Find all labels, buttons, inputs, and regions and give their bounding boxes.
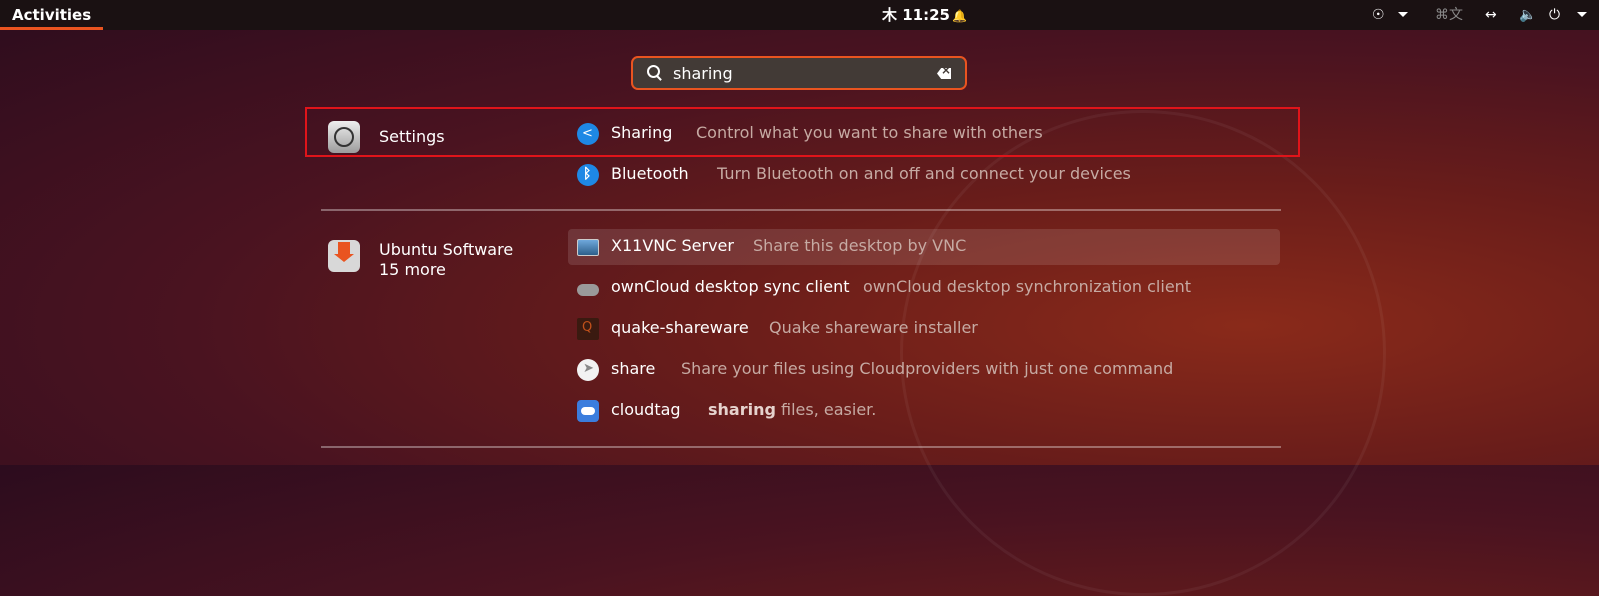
result-description: Share this desktop by VNC (753, 236, 967, 255)
result-description: sharing files, easier. (708, 400, 876, 419)
activities-button[interactable]: Activities (0, 0, 104, 30)
separator (321, 446, 1281, 448)
power-icon[interactable]: ⏻ (1549, 0, 1560, 30)
result-description: Turn Bluetooth on and off and connect yo… (717, 164, 1131, 183)
system-menu-chevron-down-icon[interactable] (1577, 12, 1587, 17)
accessibility-menu-chevron-down-icon[interactable] (1398, 12, 1408, 17)
description-rest: files, easier. (775, 400, 877, 419)
result-title: X11VNC Server (611, 236, 734, 255)
result-owncloud[interactable]: ownCloud desktop sync client ownCloud de… (568, 270, 1280, 306)
bluetooth-icon: ᛒ (577, 164, 599, 186)
top-bar: Activities 木 11:25 🔔 ☉ ⌘文 ↔ 🔈 ⏻ (0, 0, 1599, 30)
provider-more-count[interactable]: 15 more (379, 260, 446, 279)
match-highlight: sharing (708, 400, 776, 419)
result-title: ownCloud desktop sync client (611, 277, 850, 296)
volume-icon[interactable]: 🔈 (1519, 0, 1536, 30)
clock[interactable]: 木 11:25 🔔 (882, 0, 967, 30)
result-title: share (611, 359, 656, 378)
result-cloudtag[interactable]: cloudtag sharing files, easier. (568, 393, 1280, 429)
ubuntu-software-app-icon[interactable] (328, 240, 360, 272)
result-title: cloudtag (611, 400, 681, 419)
result-description: Quake shareware installer (769, 318, 978, 337)
clock-text: 木 11:25 (882, 6, 950, 24)
result-title: quake-shareware (611, 318, 749, 337)
bell-icon: 🔔 (951, 9, 967, 23)
result-description: ownCloud desktop synchronization client (863, 277, 1192, 296)
network-icon[interactable]: ↔ (1485, 0, 1497, 30)
search-input[interactable]: sharing (631, 56, 967, 90)
cloud-icon (577, 284, 599, 296)
search-value[interactable]: sharing (673, 64, 733, 83)
result-description: Share your files using Cloudproviders wi… (681, 359, 1174, 378)
result-x11vnc[interactable]: X11VNC Server Share this desktop by VNC (568, 229, 1280, 265)
monitor-icon (577, 239, 599, 256)
search-icon (647, 65, 660, 78)
input-method-icon[interactable]: ⌘文 (1435, 0, 1463, 30)
provider-ubuntu-software-name[interactable]: Ubuntu Software (379, 240, 513, 259)
result-title: Bluetooth (611, 164, 689, 183)
result-quake-shareware[interactable]: Q quake-shareware Quake shareware instal… (568, 311, 1280, 347)
clear-search-icon[interactable] (937, 68, 951, 79)
highlight-box (305, 107, 1300, 157)
result-share[interactable]: ➤ share Share your files using Cloudprov… (568, 352, 1280, 388)
share-arrow-icon: ➤ (577, 359, 599, 381)
quake-icon: Q (577, 318, 599, 340)
cloudtag-icon (577, 400, 599, 422)
result-bluetooth[interactable]: ᛒ Bluetooth Turn Bluetooth on and off an… (568, 157, 1280, 193)
separator (321, 209, 1281, 211)
accessibility-icon[interactable]: ☉ (1372, 0, 1385, 30)
